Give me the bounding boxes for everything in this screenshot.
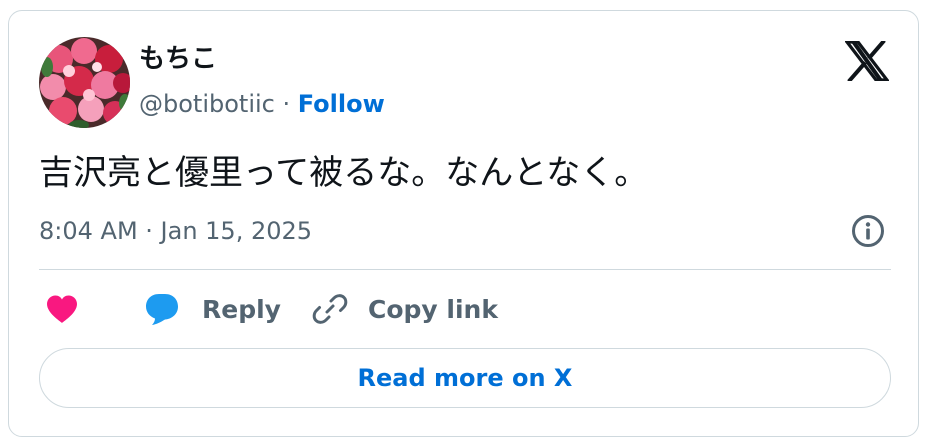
avatar[interactable] [39,37,130,128]
x-logo-icon[interactable] [843,39,891,83]
display-name[interactable]: もちこ [139,42,217,76]
copy-link-label: Copy link [368,294,498,324]
separator-dot: · [274,90,298,118]
reply-label: Reply [202,294,281,324]
link-icon [312,294,348,324]
divider [39,269,891,270]
tweet-embed-card: もちこ @botibotiic · Follow 吉沢亮と優里って被るな。なんと… [8,10,919,437]
author-handle[interactable]: @botibotiic [139,90,275,118]
heart-icon [47,295,77,323]
copy-link-button[interactable]: Copy link [312,289,498,329]
read-more-button[interactable]: Read more on X [39,348,891,408]
follow-button[interactable]: Follow [298,90,385,118]
author-handle-row: @botibotiic · Follow [139,88,385,120]
speech-bubble-icon [146,294,178,325]
reply-button[interactable]: Reply [144,289,281,329]
tweet-text: 吉沢亮と優里って被るな。なんとなく。 [39,153,649,193]
like-button[interactable] [45,289,79,329]
flower-bouquet-avatar [39,37,130,128]
info-icon[interactable] [851,214,885,248]
tweet-timestamp[interactable]: 8:04 AM · Jan 15, 2025 [39,215,312,247]
